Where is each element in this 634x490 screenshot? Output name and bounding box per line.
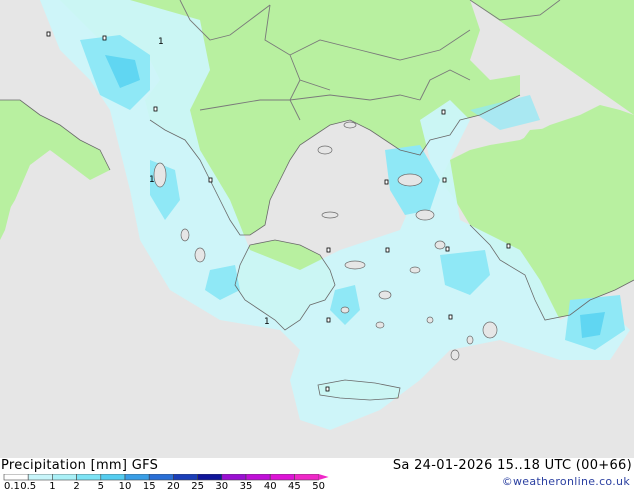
valid-time: Sa 24-01-2026 15..18 UTC (00+66): [392, 458, 632, 473]
legend-label: 50: [312, 481, 325, 490]
legend-swatch: [100, 474, 126, 481]
legend-label: 5: [98, 481, 104, 490]
legend-swatch: [221, 474, 247, 481]
footer: Precipitation [mm] GFS Sa 24-01-2026 15.…: [0, 458, 634, 490]
legend-label: 0.1: [4, 481, 20, 490]
legend-label: 0.5: [20, 481, 36, 490]
legend-label: 25: [191, 481, 204, 490]
legend-arrow: [318, 474, 329, 480]
precipitation-map: 1 1 1: [0, 0, 634, 458]
legend-label: 45: [288, 481, 301, 490]
map-label: 1: [158, 37, 164, 47]
map-label: 1: [149, 175, 155, 185]
legend-swatch: [27, 474, 53, 481]
legend-label: 1: [49, 481, 55, 490]
legend-label: 10: [119, 481, 132, 490]
legend-swatch: [3, 474, 29, 481]
legend-label: 15: [143, 481, 156, 490]
legend-swatch: [124, 474, 150, 481]
legend-label: 40: [264, 481, 277, 490]
legend-swatch: [148, 474, 174, 481]
legend-swatch: [294, 474, 319, 481]
legend-swatch: [52, 474, 77, 481]
legend-label: 35: [240, 481, 253, 490]
legend-label: 30: [215, 481, 228, 490]
legend-swatch: [269, 474, 295, 481]
map-title: Precipitation [mm] GFS: [1, 458, 159, 473]
map-label: 1: [264, 317, 270, 327]
credit: ©weatheronline.co.uk: [501, 475, 630, 488]
legend-label: 20: [167, 481, 180, 490]
legend-swatch: [245, 474, 271, 481]
legend-label: 2: [73, 481, 79, 490]
legend-swatch: [173, 474, 198, 481]
legend-swatch: [76, 474, 102, 481]
legend-swatch: [197, 474, 223, 481]
color-scale: 0.1 0.5 1 2 5 10 15 20 25 30 35 40 45 50: [3, 474, 329, 490]
